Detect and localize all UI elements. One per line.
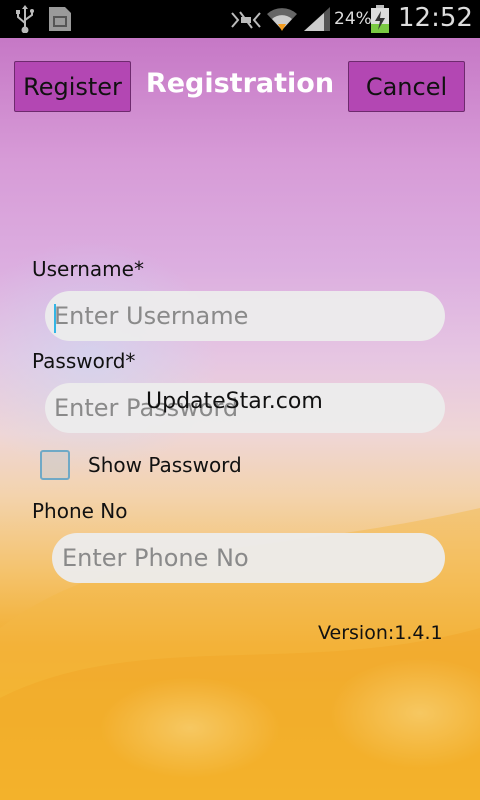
wifi-icon [267, 8, 297, 31]
phone-input[interactable] [52, 533, 445, 583]
battery-charging-icon [371, 5, 389, 33]
show-password-checkbox[interactable] [40, 450, 70, 480]
mute-icon [231, 11, 261, 29]
status-bar: 24% 12:52 [0, 0, 480, 38]
watermark-text: UpdateStar.com [146, 389, 323, 414]
usb-icon [16, 5, 34, 33]
phone-label: Phone No [32, 499, 128, 523]
version-label: Version:1.4.1 [318, 622, 443, 644]
username-input[interactable] [45, 291, 445, 341]
password-label: Password* [32, 349, 136, 373]
sim-card-icon [49, 7, 71, 31]
text-caret [54, 304, 56, 333]
page-title: Registration [145, 68, 335, 99]
username-label: Username* [32, 257, 144, 281]
battery-percent: 24% [334, 9, 372, 29]
signal-icon [304, 7, 330, 31]
status-clock: 12:52 [398, 3, 473, 33]
cancel-button[interactable]: Cancel [348, 61, 465, 112]
registration-screen: Register Registration Cancel Username* P… [0, 38, 480, 800]
show-password-label[interactable]: Show Password [88, 453, 242, 477]
register-button[interactable]: Register [14, 61, 131, 112]
